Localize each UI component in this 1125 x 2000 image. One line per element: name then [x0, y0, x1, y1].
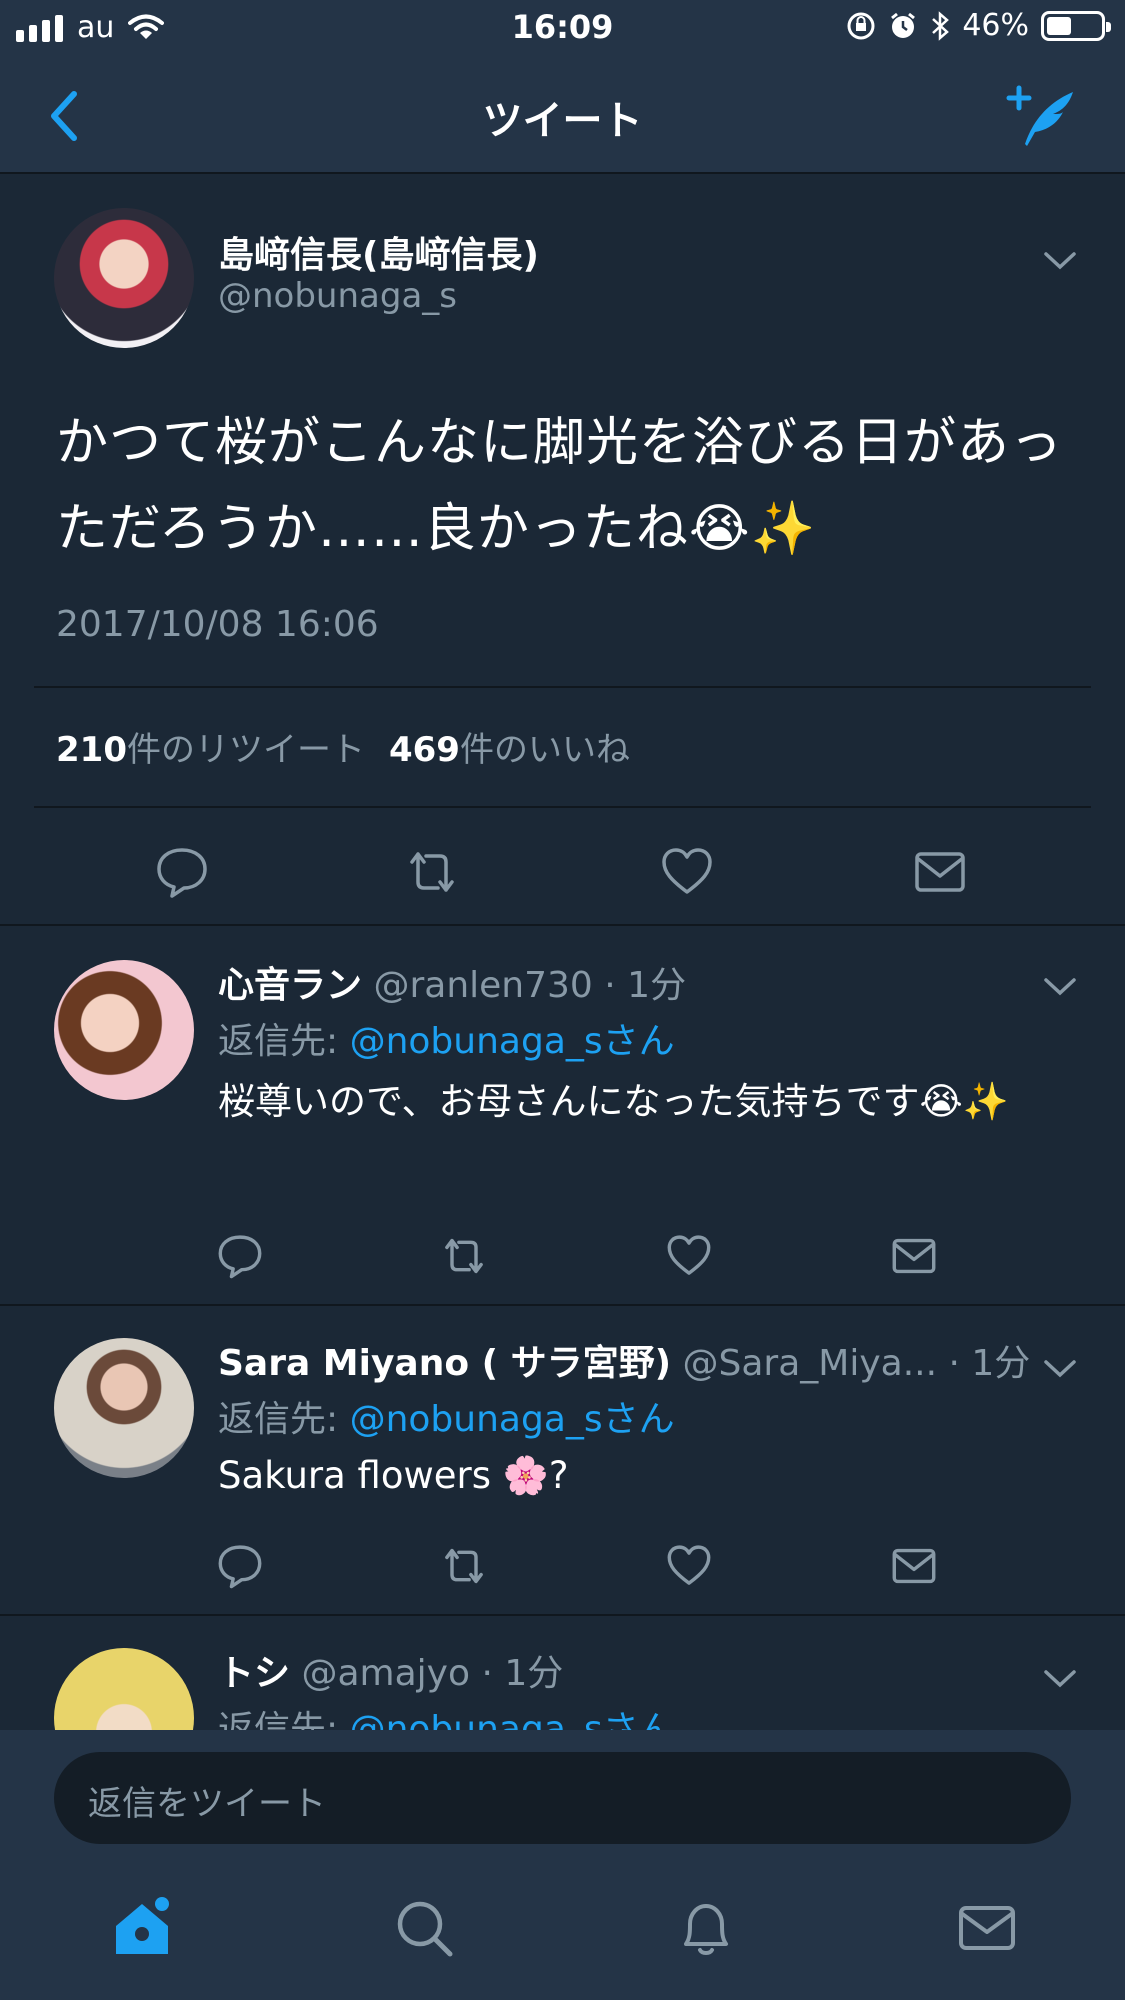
like-count: 469	[388, 730, 460, 770]
avatar[interactable]	[54, 1648, 194, 1730]
reply-author-name[interactable]: トシ	[218, 1653, 290, 1694]
reply-author-handle[interactable]: @Sara_Miya...	[683, 1343, 938, 1384]
battery-icon	[1041, 10, 1111, 41]
bell-icon[interactable]	[674, 1896, 738, 1960]
tweet-text: かつて桜がこんなに脚光を浴びる日があっただろうか……良かったね😭✨	[56, 413, 1064, 559]
envelope-icon[interactable]	[890, 1542, 938, 1590]
reply-text: Sakura flowers 🌸?	[218, 1454, 569, 1497]
reply-to: 返信先: @nobunaga_sさん	[218, 1390, 675, 1442]
reply-icon[interactable]	[216, 1542, 264, 1590]
reply-to-link[interactable]: @nobunaga_sさん	[350, 1021, 675, 1062]
chevron-down-icon[interactable]	[1042, 1666, 1078, 1690]
heart-icon[interactable]	[665, 1232, 713, 1280]
status-right: 46%	[846, 8, 1111, 43]
reply-text: 桜尊いので、お母さんになった気持ちです😭✨	[218, 1080, 1009, 1123]
reply-author-handle[interactable]: @amajyo	[301, 1653, 470, 1694]
tweet-timestamp: 2017/10/08 16:06	[56, 604, 379, 645]
like-label: 件のいいね	[459, 730, 630, 770]
main-tweet: 島﨑信長(島﨑信長) @nobunaga_s かつて桜がこんなに脚光を浴びる日が…	[0, 174, 1125, 926]
reply-to-link[interactable]: @nobunaga_sさん	[350, 1399, 675, 1440]
reply-author-name[interactable]: Sara Miyano ( サラ宮野)	[218, 1343, 671, 1384]
battery-fill	[1047, 16, 1071, 35]
envelope-icon[interactable]	[912, 844, 968, 900]
compose-tweet-icon[interactable]	[1003, 80, 1079, 150]
heart-icon[interactable]	[665, 1542, 713, 1590]
nav-bar: ツイート	[0, 56, 1125, 174]
divider	[34, 686, 1091, 688]
retweet-label: 件のリツイート	[126, 730, 365, 770]
author-name[interactable]: 島﨑信長(島﨑信長)	[218, 226, 539, 278]
reply-header: 心音ラン @ranlen730 · 1分	[218, 956, 686, 1008]
reply-to: 返信先: @nobunaga_sさん	[218, 1012, 675, 1064]
heart-icon[interactable]	[659, 844, 715, 900]
messages-icon[interactable]	[955, 1896, 1019, 1960]
reply-bar: 返信をツイート	[0, 1730, 1125, 1864]
retweet-count: 210	[56, 730, 127, 770]
status-bar: au 16:09 46%	[0, 0, 1125, 56]
retweet-stat[interactable]: 210件のリツイート	[56, 722, 365, 771]
home-icon[interactable]	[110, 1896, 174, 1960]
author-handle[interactable]: @nobunaga_s	[218, 276, 457, 316]
reply-icon[interactable]	[154, 844, 210, 900]
reply-icon[interactable]	[216, 1232, 264, 1280]
reply-time: · 1分	[948, 1343, 1031, 1384]
reply-tweet[interactable]: Sara Miyano ( サラ宮野) @Sara_Miya... · 1分 返…	[0, 1306, 1125, 1616]
tweet-stats: 210件のリツイート 469件のいいね	[56, 722, 630, 771]
reply-to-label: 返信先:	[218, 1709, 350, 1730]
divider	[34, 806, 1091, 808]
like-stat[interactable]: 469件のいいね	[389, 722, 630, 771]
retweet-icon[interactable]	[404, 844, 460, 900]
avatar[interactable]	[54, 208, 194, 348]
avatar[interactable]	[54, 960, 194, 1100]
reply-header: Sara Miyano ( サラ宮野) @Sara_Miya... · 1分	[218, 1334, 1030, 1386]
reply-time: · 1分	[481, 1653, 564, 1694]
retweet-icon[interactable]	[440, 1232, 488, 1280]
chevron-down-icon[interactable]	[1042, 974, 1078, 998]
chevron-down-icon[interactable]	[1042, 248, 1078, 272]
search-icon[interactable]	[392, 1896, 456, 1960]
reply-time: · 1分	[604, 965, 687, 1006]
reply-author-handle[interactable]: @ranlen730	[373, 965, 592, 1006]
reply-tweet[interactable]: 心音ラン @ranlen730 · 1分 返信先: @nobunaga_sさん …	[0, 926, 1125, 1306]
retweet-icon[interactable]	[440, 1542, 488, 1590]
tab-bar	[0, 1864, 1125, 2000]
alarm-icon	[891, 12, 916, 38]
reply-header: トシ @amajyo · 1分	[218, 1644, 563, 1696]
bluetooth-icon	[932, 10, 950, 41]
reply-to-link[interactable]: @nobunaga_sさん	[350, 1709, 675, 1730]
reply-author-name[interactable]: 心音ラン	[218, 965, 362, 1006]
envelope-icon[interactable]	[890, 1232, 938, 1280]
battery-percent: 46%	[962, 8, 1029, 43]
reply-to: 返信先: @nobunaga_sさん	[218, 1700, 675, 1730]
reply-to-label: 返信先:	[218, 1021, 350, 1062]
reply-tweet[interactable]: トシ @amajyo · 1分 返信先: @nobunaga_sさん	[0, 1616, 1125, 1730]
orientation-lock-icon	[847, 12, 875, 39]
chevron-down-icon[interactable]	[1042, 1356, 1078, 1380]
avatar[interactable]	[54, 1338, 194, 1478]
page-title: ツイート	[482, 98, 643, 144]
tweet-actions	[0, 834, 1125, 914]
reply-input[interactable]: 返信をツイート	[54, 1752, 1071, 1844]
reply-to-label: 返信先:	[218, 1399, 350, 1440]
